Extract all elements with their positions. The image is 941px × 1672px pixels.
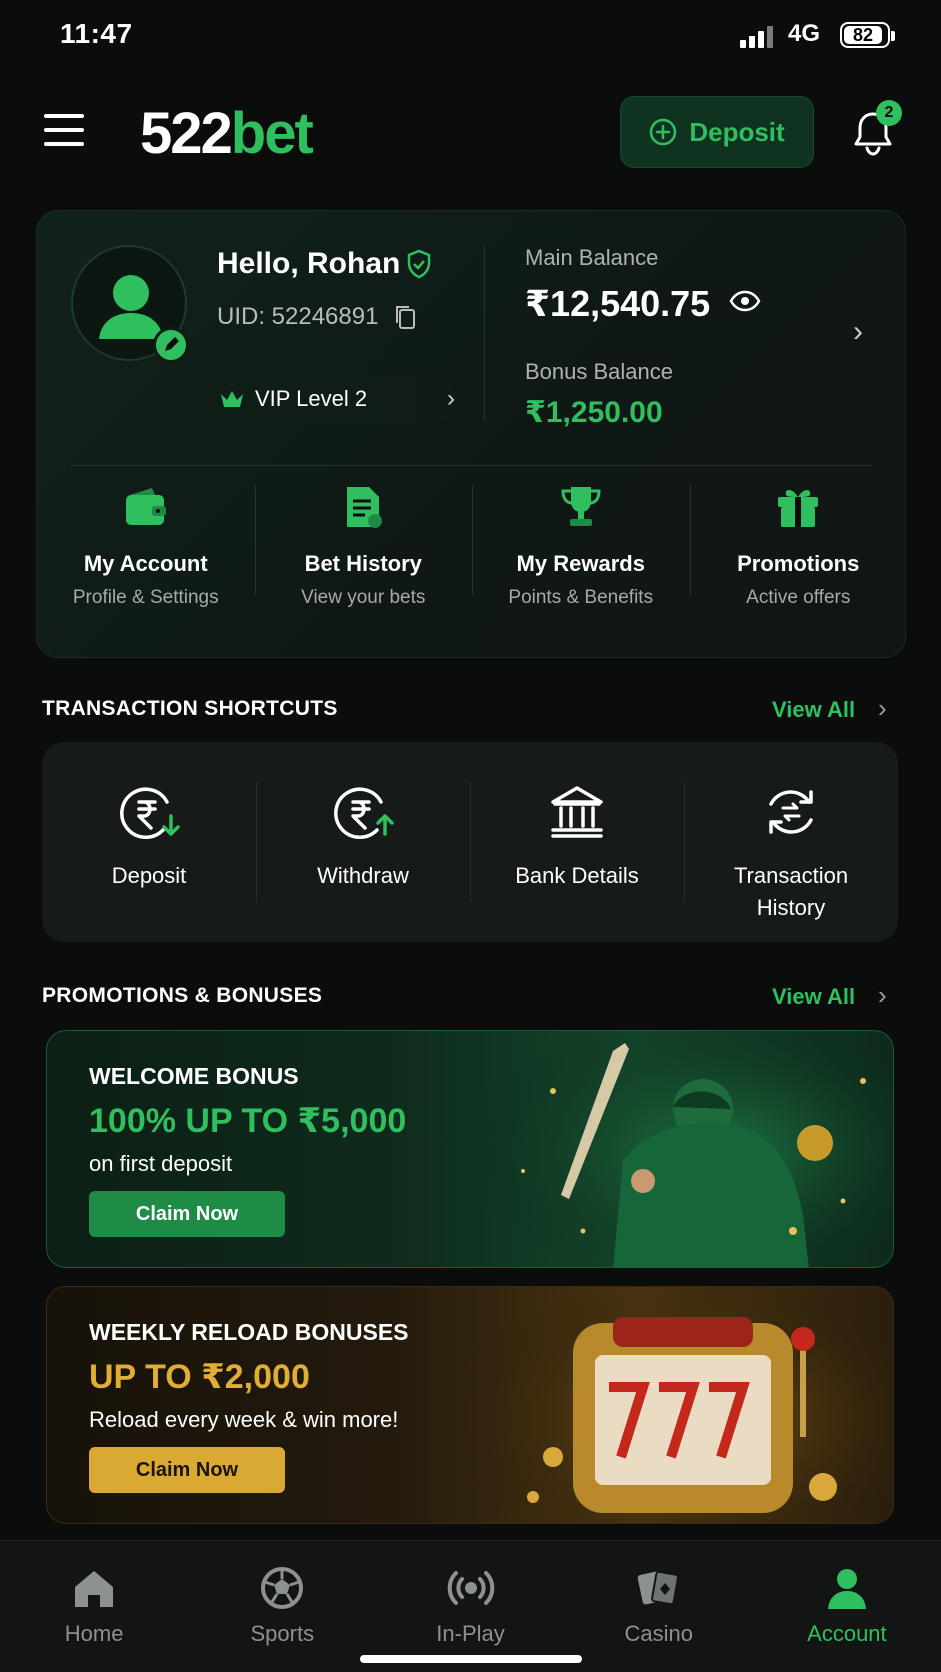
chevron-right-icon: ›: [447, 385, 455, 412]
tx-history-button[interactable]: Transaction History: [684, 742, 898, 942]
home-icon: [75, 1571, 114, 1607]
divider: [71, 465, 871, 466]
copy-icon[interactable]: [393, 303, 419, 331]
transactions-view-all-link[interactable]: View All: [772, 697, 855, 723]
user-icon: [827, 1569, 866, 1609]
nav-casino[interactable]: Casino: [565, 1541, 753, 1672]
promotions-heading: PROMOTIONS & BONUSES: [42, 984, 323, 1007]
nav-label: Casino: [624, 1621, 693, 1646]
history-icon: [769, 790, 813, 834]
quick-link-subtitle: View your bets: [301, 587, 426, 608]
network-type: 4G: [788, 20, 821, 47]
main-balance-label: Main Balance: [525, 245, 659, 270]
document-icon: [347, 487, 383, 528]
transaction-shortcuts: Deposit Withdraw Bank Details Transactio…: [42, 742, 898, 942]
tx-deposit-button[interactable]: Deposit: [42, 742, 256, 942]
nav-in-play[interactable]: In-Play: [376, 1541, 564, 1672]
hamburger-menu-icon[interactable]: [44, 114, 86, 148]
nav-home[interactable]: Home: [0, 1541, 188, 1672]
tx-bank-details-button[interactable]: Bank Details: [470, 742, 684, 942]
tx-label: Deposit: [111, 863, 187, 888]
promo-amount: 100% UP TO ₹5,000: [89, 1102, 407, 1140]
gift-icon: [778, 490, 819, 527]
app-header: 522bet Deposit 2: [0, 86, 941, 182]
header-deposit-button[interactable]: Deposit: [620, 96, 814, 168]
claim-now-button[interactable]: Claim Now: [89, 1191, 285, 1237]
main-balance: ₹12,540.75: [525, 283, 711, 324]
balance-details-chevron-icon[interactable]: ›: [853, 315, 863, 349]
home-indicator[interactable]: [360, 1655, 582, 1663]
nav-label: Home: [64, 1621, 124, 1646]
quick-link-subtitle: Profile & Settings: [72, 587, 219, 608]
crown-icon: [221, 391, 243, 407]
promo-subtitle: on first deposit: [89, 1151, 233, 1176]
welcome-bonus-banner[interactable]: WELCOME BONUS 100% UP TO ₹5,000 on first…: [46, 1030, 894, 1268]
promo-title: WEEKLY RELOAD BONUSES: [89, 1319, 409, 1345]
rupee-withdraw-icon: [334, 787, 394, 839]
brand-logo[interactable]: 522bet: [140, 100, 314, 167]
bonus-balance-label: Bonus Balance: [525, 359, 673, 384]
vip-level-button[interactable]: VIP Level 2 ›: [215, 375, 455, 423]
verified-shield-icon: [407, 249, 431, 279]
profile-card: Hello, Rohan UID: 52246891 VIP Level 2 ›…: [36, 210, 906, 658]
nav-label: Account: [807, 1621, 887, 1646]
quick-link-subtitle: Active offers: [746, 587, 851, 608]
nav-sports[interactable]: Sports: [188, 1541, 376, 1672]
brand-number: 522: [140, 101, 233, 166]
header-deposit-label: Deposit: [689, 116, 785, 147]
user-uid: UID: 52246891: [217, 303, 379, 330]
notification-badge: 2: [876, 100, 902, 126]
quick-links: My Account Profile & Settings Bet Histor…: [37, 473, 907, 653]
promotions-view-all-link[interactable]: View All: [772, 984, 855, 1010]
quick-link-title: My Rewards: [516, 551, 645, 576]
quick-link-my-rewards[interactable]: My Rewards Points & Benefits: [472, 473, 690, 653]
ball-icon: [261, 1567, 304, 1609]
battery-level: 82: [852, 25, 874, 45]
nav-label: In-Play: [436, 1621, 505, 1646]
quick-link-title: My Account: [83, 551, 208, 576]
cricket-player-illustration: [463, 1031, 893, 1267]
tx-withdraw-button[interactable]: Withdraw: [256, 742, 470, 942]
eye-icon[interactable]: [729, 289, 761, 313]
tx-label: Bank Details: [515, 863, 639, 888]
chevron-right-icon[interactable]: ›: [878, 693, 887, 724]
quick-link-title: Bet History: [304, 551, 422, 576]
nav-label: Sports: [250, 1621, 315, 1646]
chevron-right-icon[interactable]: ›: [878, 980, 887, 1011]
quick-link-promotions[interactable]: Promotions Active offers: [689, 473, 908, 653]
broadcast-icon: [447, 1571, 494, 1605]
signal-icon: [740, 26, 776, 48]
status-bar: 11:47 4G 82: [0, 0, 941, 74]
status-time: 11:47: [60, 18, 133, 49]
tx-label: Withdraw: [317, 863, 409, 888]
claim-now-button[interactable]: Claim Now: [89, 1447, 285, 1493]
brand-word: bet: [230, 101, 314, 166]
quick-link-my-account[interactable]: My Account Profile & Settings: [37, 473, 255, 653]
bank-icon: [551, 786, 603, 838]
trophy-icon: [561, 487, 601, 526]
tx-label: Transaction History: [733, 863, 849, 920]
promo-subtitle: Reload every week & win more!: [89, 1407, 399, 1432]
edit-avatar-button[interactable]: [153, 327, 189, 363]
quick-link-subtitle: Points & Benefits: [508, 587, 654, 608]
divider: [484, 245, 485, 421]
greeting: Hello, Rohan: [217, 247, 401, 280]
vip-level-label: VIP Level 2: [255, 386, 368, 411]
transaction-shortcuts-heading: TRANSACTION SHORTCUTS: [42, 697, 338, 720]
bottom-navigation: Home Sports In-Play Casino Account: [0, 1540, 941, 1672]
nav-account[interactable]: Account: [753, 1541, 941, 1672]
slot-machine-illustration: [463, 1287, 893, 1523]
cards-icon: [637, 1570, 679, 1606]
pencil-icon: [165, 337, 179, 351]
battery-icon: 82: [840, 22, 895, 48]
weekly-reload-banner[interactable]: WEEKLY RELOAD BONUSES UP TO ₹2,000 Reloa…: [46, 1286, 894, 1524]
promo-amount: UP TO ₹2,000: [89, 1358, 310, 1396]
wallet-icon: [125, 488, 166, 525]
quick-link-bet-history[interactable]: Bet History View your bets: [254, 473, 473, 653]
promo-title: WELCOME BONUS: [89, 1063, 299, 1089]
rupee-deposit-icon: [120, 787, 180, 839]
bonus-balance: ₹1,250.00: [525, 396, 663, 429]
quick-link-title: Promotions: [737, 551, 860, 576]
plus-circle-icon: [650, 118, 677, 146]
